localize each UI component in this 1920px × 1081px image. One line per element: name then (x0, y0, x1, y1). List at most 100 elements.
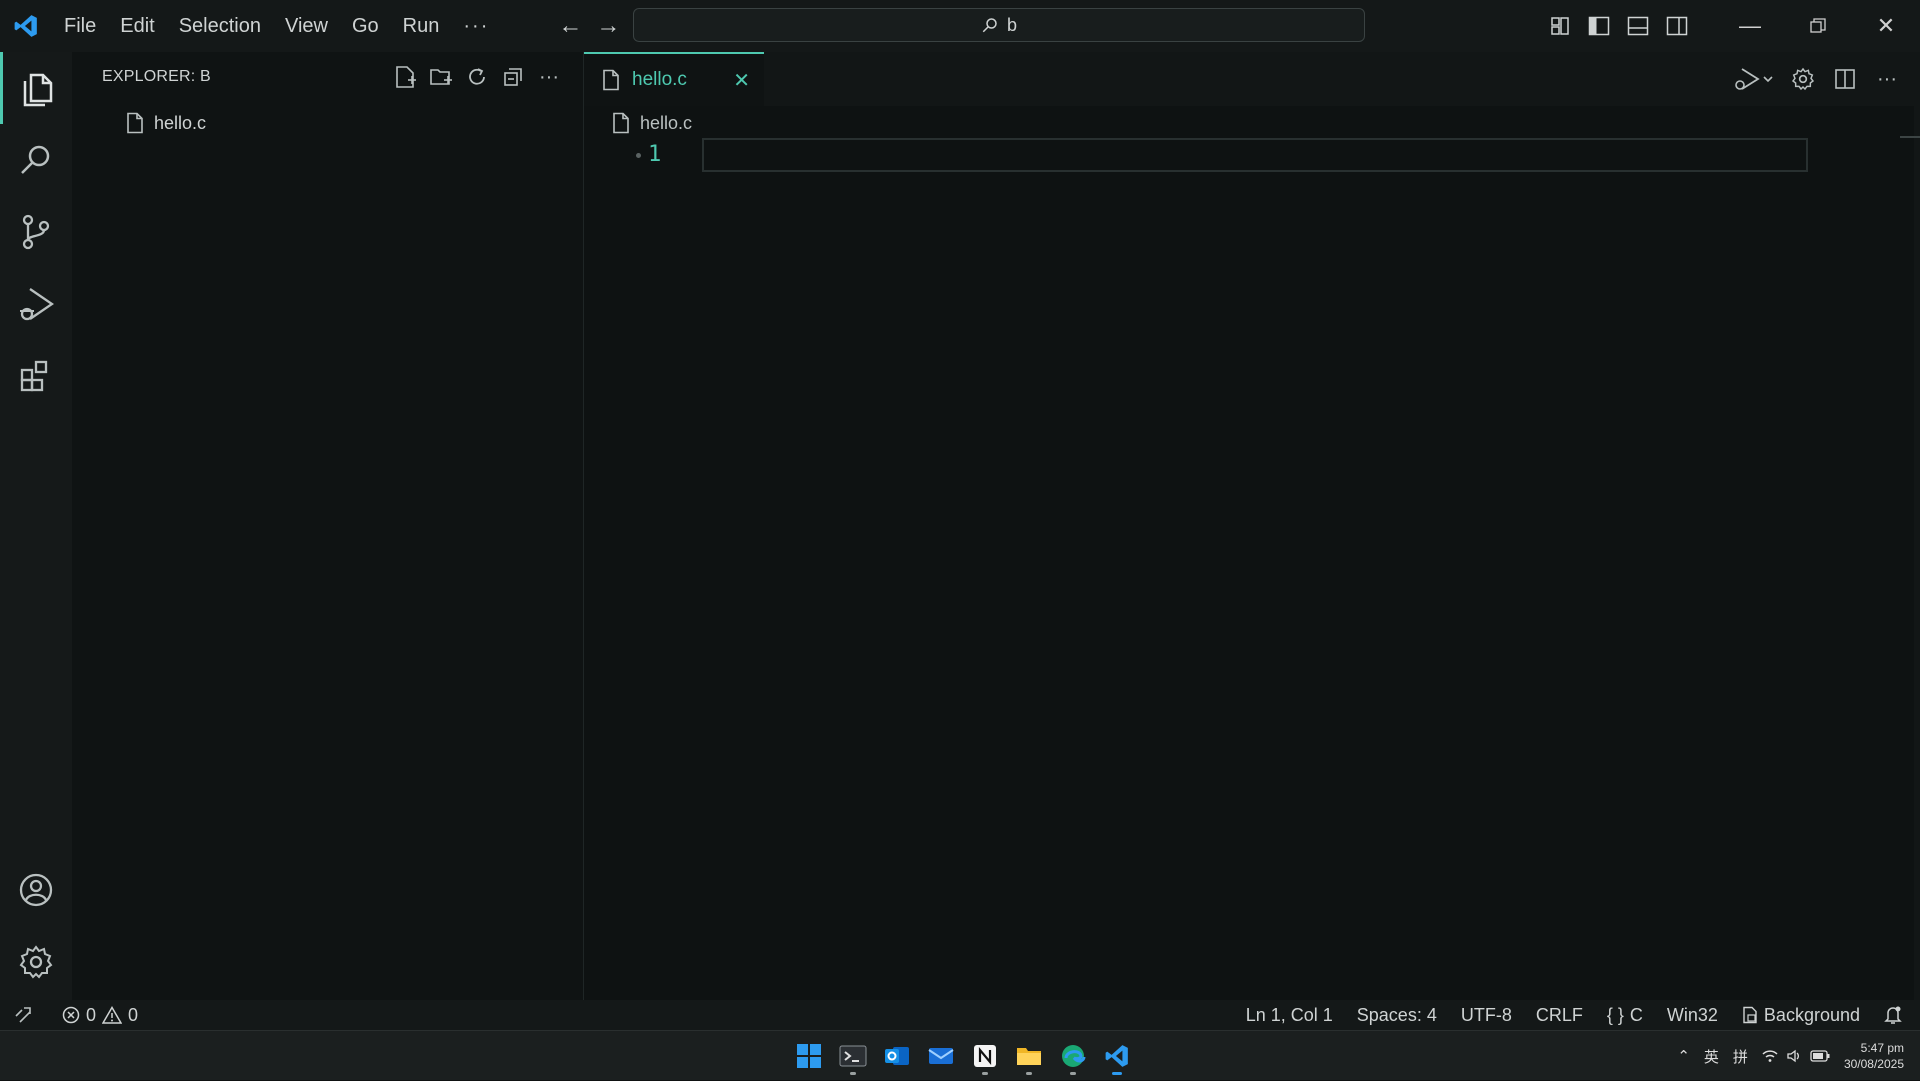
manage-gear-icon[interactable] (0, 926, 72, 998)
close-window-icon[interactable]: ✕ (1852, 0, 1920, 52)
end-of-line[interactable]: CRLF (1536, 1005, 1583, 1026)
code-line-1[interactable] (702, 138, 1808, 172)
vscode-app-icon[interactable] (1098, 1036, 1136, 1076)
status-bar: 0 0 Ln 1, Col 1 Spaces: 4 UTF-8 CRLF { }… (0, 1000, 1920, 1030)
activity-bar (0, 52, 72, 1030)
explorer-actions: ··· (391, 62, 563, 92)
file-icon (127, 112, 143, 134)
forward-arrow-icon[interactable]: → (589, 12, 627, 40)
explorer-icon[interactable] (0, 52, 72, 124)
menu-more[interactable]: ··· (451, 0, 501, 52)
status-right-items: Ln 1, Col 1 Spaces: 4 UTF-8 CRLF { } C W… (1246, 1000, 1902, 1030)
tray-overflow-chevron-icon[interactable]: ⌃ (1677, 1047, 1690, 1065)
file-explorer-app-icon[interactable] (1010, 1036, 1048, 1076)
tab-close-icon[interactable]: ✕ (733, 68, 750, 93)
line-number: 1 (648, 142, 662, 167)
minimap-indicator (1900, 136, 1920, 138)
menu-file[interactable]: File (52, 0, 108, 52)
menu-view[interactable]: View (273, 0, 340, 52)
toggle-panel-icon[interactable] (1618, 0, 1657, 52)
outlook-app-icon[interactable] (878, 1036, 916, 1076)
editor-area: hello.c ✕ ··· hello.c 1 (584, 52, 1920, 1000)
source-control-icon[interactable] (0, 196, 72, 268)
tab-label: hello.c (632, 69, 687, 90)
search-view-icon[interactable] (0, 124, 72, 196)
ime-mode-indicator[interactable]: 拼 (1733, 1046, 1748, 1067)
warning-count: 0 (128, 1004, 139, 1025)
vscode-logo-icon[interactable] (0, 0, 52, 52)
notifications-bell-icon[interactable] (1884, 1005, 1902, 1025)
editor-settings-gear-icon[interactable] (1786, 62, 1820, 96)
menu-go[interactable]: Go (340, 0, 391, 52)
menu-edit[interactable]: Edit (108, 0, 166, 52)
remote-indicator-icon[interactable] (0, 1000, 46, 1030)
windows-start-icon[interactable] (790, 1036, 828, 1076)
accounts-icon[interactable] (0, 854, 72, 926)
edge-app-icon[interactable] (1054, 1036, 1092, 1076)
language-braces-icon: { } (1606, 1004, 1624, 1025)
breadcrumb-file[interactable]: hello.c (640, 113, 692, 134)
warning-icon (102, 1006, 123, 1024)
file-icon (613, 112, 629, 134)
search-icon (982, 18, 997, 33)
taskbar-clock[interactable]: 5:47 pm 30/08/2025 (1844, 1040, 1904, 1072)
clock-date: 30/08/2025 (1843, 1057, 1904, 1071)
new-file-icon[interactable] (391, 62, 419, 92)
editor-actions: ··· (1730, 62, 1904, 96)
platform-indicator[interactable]: Win32 (1667, 1005, 1718, 1026)
explorer-more-icon[interactable]: ··· (535, 62, 563, 92)
problems-indicator[interactable]: 0 0 (46, 1005, 138, 1026)
tab-hello-c[interactable]: hello.c ✕ (584, 52, 764, 106)
terminal-app-icon[interactable] (834, 1036, 872, 1076)
taskbar-apps (790, 1036, 1136, 1076)
editor-scrollbar[interactable] (1914, 106, 1920, 1000)
indentation-setting[interactable]: Spaces: 4 (1357, 1005, 1437, 1026)
error-count: 0 (86, 1004, 97, 1025)
restore-icon[interactable] (1784, 0, 1852, 52)
editor-more-icon[interactable]: ··· (1870, 62, 1904, 96)
battery-icon (1810, 1050, 1830, 1062)
menu-selection[interactable]: Selection (167, 0, 273, 52)
background-label: Background (1763, 1004, 1860, 1025)
language-mode[interactable]: { } C (1607, 1005, 1643, 1026)
background-extension[interactable]: Background (1742, 1005, 1860, 1026)
gutter-dot (636, 153, 641, 158)
toggle-primary-sidebar-icon[interactable] (1579, 0, 1618, 52)
notion-app-icon[interactable] (966, 1036, 1004, 1076)
title-right-controls: — ✕ (1540, 0, 1920, 52)
wifi-icon (1762, 1050, 1778, 1062)
explorer-sidebar: EXPLORER: B ··· hello.c (72, 52, 584, 1000)
new-folder-icon[interactable] (427, 62, 455, 92)
run-debug-dropdown-icon[interactable] (1730, 62, 1778, 96)
split-editor-icon[interactable] (1828, 62, 1862, 96)
refresh-icon[interactable] (463, 62, 491, 92)
system-tray: ⌃ 英 拼 5:47 pm 30/08/2025 (1677, 1031, 1904, 1081)
file-icon (603, 69, 619, 91)
title-bar: File Edit Selection View Go Run ··· ← → … (0, 0, 1920, 52)
error-icon (62, 1006, 80, 1024)
search-text: b (1006, 14, 1017, 35)
back-arrow-icon[interactable]: ← (551, 12, 589, 40)
volume-icon (1787, 1049, 1799, 1063)
cursor-position[interactable]: Ln 1, Col 1 (1246, 1005, 1333, 1026)
toggle-secondary-sidebar-icon[interactable] (1657, 0, 1696, 52)
language-label: C (1629, 1004, 1643, 1025)
menu-run[interactable]: Run (391, 0, 452, 52)
ime-language-indicator[interactable]: 英 (1704, 1046, 1719, 1067)
background-file-icon (1743, 1006, 1757, 1024)
run-and-debug-icon[interactable] (0, 268, 72, 340)
collapse-all-icon[interactable] (499, 62, 527, 92)
windows-taskbar: ⌃ 英 拼 5:47 pm 30/08/2025 (0, 1030, 1920, 1080)
file-encoding[interactable]: UTF-8 (1461, 1005, 1512, 1026)
network-sound-battery[interactable] (1762, 1049, 1830, 1063)
extensions-icon[interactable] (0, 340, 72, 412)
minimize-icon[interactable]: — (1716, 0, 1784, 52)
editor-tab-bar: hello.c ✕ ··· (584, 52, 1920, 106)
customize-layout-icon[interactable] (1540, 0, 1579, 52)
file-item-hello-c[interactable]: hello.c (126, 108, 206, 138)
clock-time: 5:47 pm (1860, 1041, 1904, 1055)
explorer-header: EXPLORER: B (102, 68, 211, 85)
file-item-label: hello.c (154, 112, 207, 133)
command-center-search[interactable]: b (633, 8, 1365, 42)
mail-app-icon[interactable] (922, 1036, 960, 1076)
